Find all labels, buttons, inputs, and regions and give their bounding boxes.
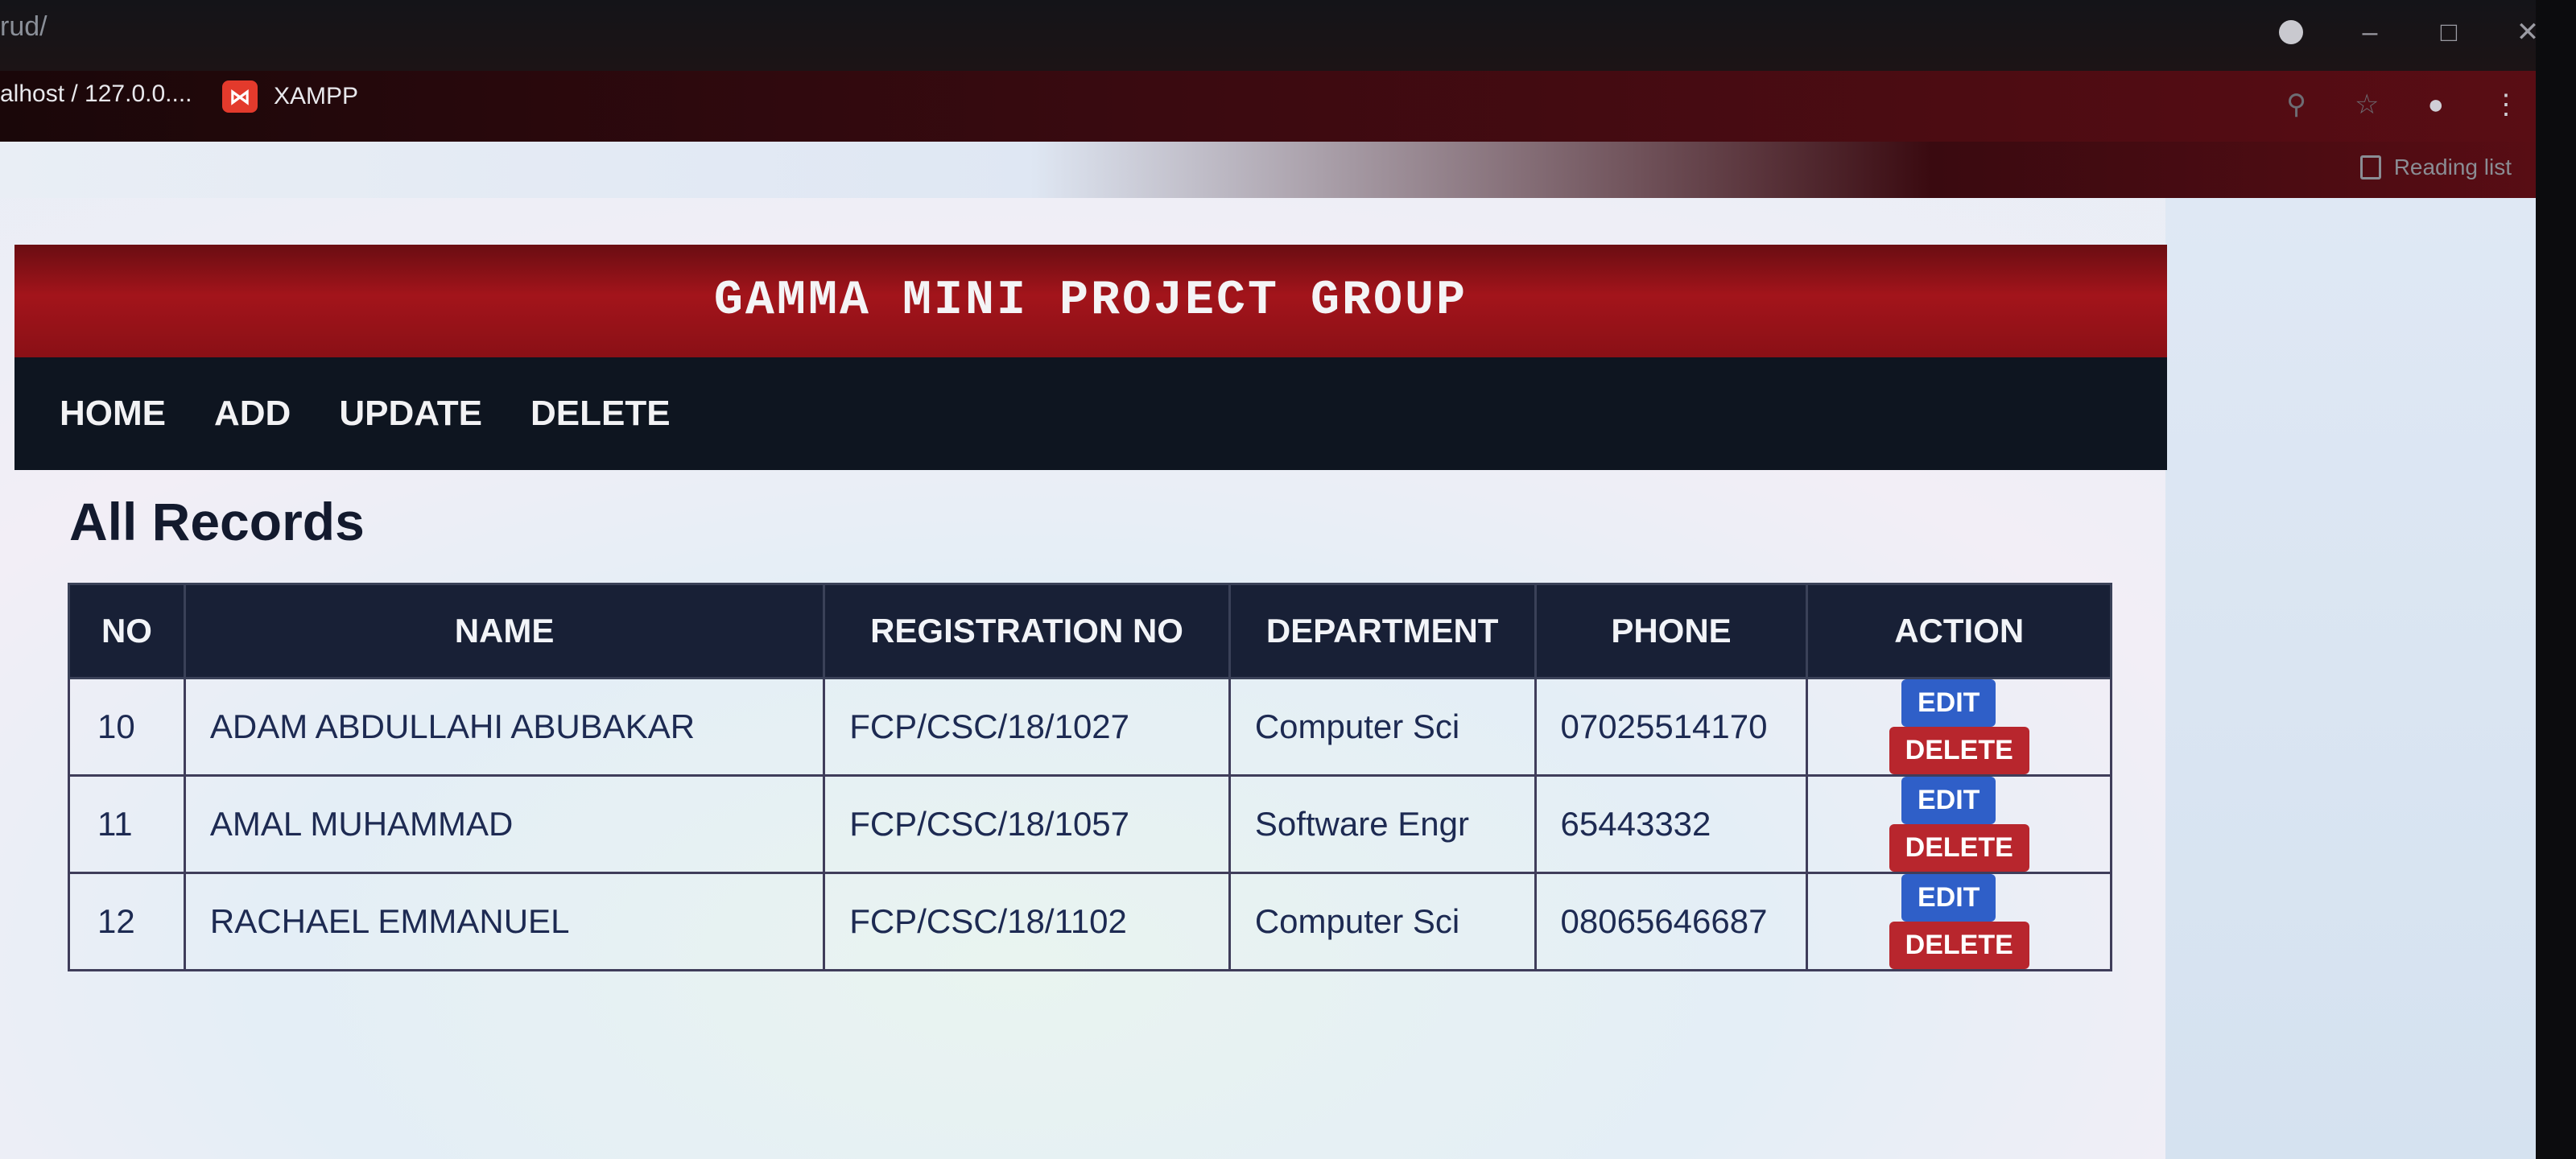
toolbar-icons: ⚲ ☆ ● ⋮ [2286, 89, 2520, 121]
cell-action: EDITDELETE [1806, 677, 2112, 777]
bookmark-xampp[interactable]: ⋈ XAMPP [222, 80, 358, 113]
cell-registration: FCP/CSC/18/1102 [823, 872, 1231, 971]
window-controls: – □ ✕ [2275, 16, 2544, 48]
nav-delete[interactable]: DELETE [530, 394, 671, 434]
screen-bezel [2536, 0, 2576, 1159]
maximize-icon[interactable]: □ [2433, 16, 2465, 48]
cell-name: ADAM ABDULLAHI ABUBAKAR [183, 677, 826, 777]
records-table: NO NAME REGISTRATION NO DEPARTMENT PHONE… [68, 583, 2112, 971]
cell-phone: 07025514170 [1534, 677, 1809, 777]
cell-name: RACHAEL EMMANUEL [183, 872, 826, 971]
cell-name: AMAL MUHAMMAD [183, 774, 826, 874]
bookmark-label: XAMPP [274, 83, 359, 109]
star-icon[interactable]: ☆ [2355, 89, 2379, 121]
delete-button[interactable]: DELETE [1889, 727, 2029, 774]
cell-phone: 65443332 [1534, 774, 1809, 874]
search-icon[interactable]: ⚲ [2286, 89, 2306, 121]
column-header-name: NAME [183, 583, 826, 679]
column-header-action: ACTION [1806, 583, 2112, 679]
bookmark-bar [0, 71, 2576, 142]
bookmark-localhost[interactable]: alhost / 127.0.0.... [0, 80, 192, 108]
minimize-icon[interactable]: – [2354, 16, 2386, 48]
site-header: GAMMA MINI PROJECT GROUP [14, 245, 2167, 357]
table-header-row: NO NAME REGISTRATION NO DEPARTMENT PHONE… [68, 583, 2112, 679]
profile-icon[interactable]: ● [2427, 89, 2444, 121]
cell-no: 11 [68, 774, 186, 874]
table-row: 12 RACHAEL EMMANUEL FCP/CSC/18/1102 Comp… [68, 872, 2112, 971]
edit-button[interactable]: EDIT [1901, 777, 1996, 824]
column-header-department: DEPARTMENT [1228, 583, 1537, 679]
cell-department: Computer Sci [1228, 677, 1537, 777]
menu-icon[interactable]: ⋮ [2492, 89, 2520, 121]
edit-button[interactable]: EDIT [1901, 679, 1996, 727]
cell-action: EDITDELETE [1806, 774, 2112, 874]
extension-icon[interactable] [2275, 16, 2307, 48]
table-row: 10 ADAM ABDULLAHI ABUBAKAR FCP/CSC/18/10… [68, 677, 2112, 777]
cell-no: 12 [68, 872, 186, 971]
url-fragment[interactable]: rud/ [0, 11, 47, 43]
delete-button[interactable]: DELETE [1889, 824, 2029, 872]
reading-list-button[interactable]: Reading list [2359, 155, 2512, 180]
nav-add[interactable]: ADD [214, 394, 291, 434]
cell-no: 10 [68, 677, 186, 777]
page-title: All Records [69, 492, 365, 551]
cell-department: Computer Sci [1228, 872, 1537, 971]
main-nav: HOME ADD UPDATE DELETE [14, 357, 2167, 470]
cell-department: Software Engr [1228, 774, 1537, 874]
reading-list-icon [2359, 155, 2381, 179]
column-header-registration: REGISTRATION NO [823, 583, 1231, 679]
reading-bar [0, 142, 2576, 198]
cell-registration: FCP/CSC/18/1027 [823, 677, 1231, 777]
delete-button[interactable]: DELETE [1889, 922, 2029, 969]
table-row: 11 AMAL MUHAMMAD FCP/CSC/18/1057 Softwar… [68, 774, 2112, 874]
column-header-no: NO [68, 583, 186, 679]
browser-titlebar: rud/ – □ ✕ [0, 0, 2576, 71]
cell-registration: FCP/CSC/18/1057 [823, 774, 1231, 874]
site-title: GAMMA MINI PROJECT GROUP [713, 274, 1468, 328]
page-margin [2165, 198, 2536, 1159]
reading-list-label: Reading list [2393, 155, 2512, 179]
nav-home[interactable]: HOME [60, 394, 166, 434]
xampp-icon: ⋈ [222, 80, 258, 113]
nav-update[interactable]: UPDATE [339, 394, 482, 434]
cell-action: EDITDELETE [1806, 872, 2112, 971]
column-header-phone: PHONE [1534, 583, 1809, 679]
cell-phone: 08065646687 [1534, 872, 1809, 971]
bookmark-label: alhost / 127.0.0.... [0, 80, 192, 107]
edit-button[interactable]: EDIT [1901, 874, 1996, 922]
